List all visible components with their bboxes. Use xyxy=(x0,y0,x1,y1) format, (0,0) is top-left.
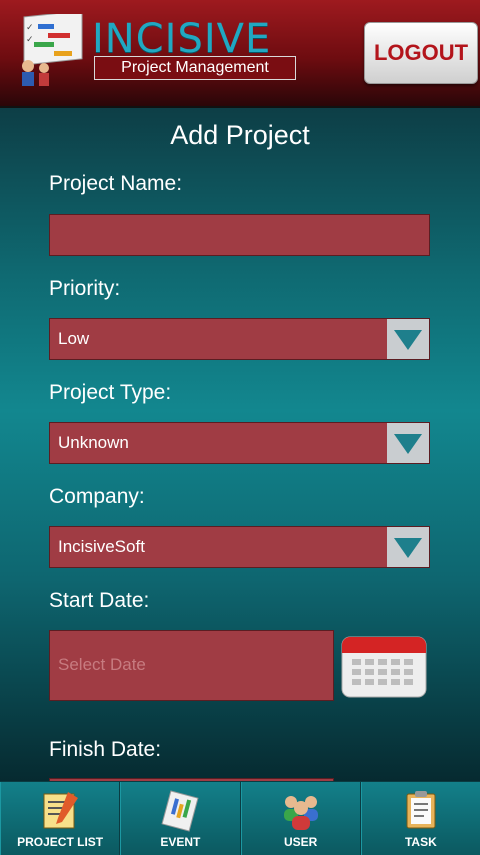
priority-dropdown-button[interactable] xyxy=(387,319,429,359)
task-icon xyxy=(406,791,436,829)
triangle-down-icon xyxy=(394,330,422,350)
nav-task[interactable]: TASK xyxy=(360,782,480,855)
start-date-label: Start Date: xyxy=(49,589,150,612)
finish-date-label: Finish Date: xyxy=(49,738,162,761)
company-select[interactable]: IncisiveSoft xyxy=(49,526,430,568)
nav-task-label: TASK xyxy=(404,835,437,849)
nav-user-label: USER xyxy=(283,835,318,849)
project-type-select[interactable]: Unknown xyxy=(49,422,430,464)
start-date-placeholder: Select Date xyxy=(58,655,146,674)
page-title: Add Project xyxy=(170,120,310,150)
project-type-dropdown-button[interactable] xyxy=(387,423,429,463)
svg-text:✓: ✓ xyxy=(26,22,34,32)
priority-selected-value: Low xyxy=(58,329,90,348)
project-type-label: Project Type: xyxy=(49,381,172,404)
project-list-icon xyxy=(43,792,79,829)
user-icon xyxy=(283,796,318,830)
company-selected-value: IncisiveSoft xyxy=(58,537,145,556)
logout-button[interactable]: LOGOUT xyxy=(364,22,478,84)
project-name-input[interactable] xyxy=(49,214,430,256)
nav-user[interactable]: USER xyxy=(240,782,361,855)
project-name-label: Project Name: xyxy=(49,172,183,195)
bottom-nav: PROJECT LIST EVENT USER TASK xyxy=(0,781,480,855)
brand-subtitle: Project Management xyxy=(94,56,296,80)
start-date-input[interactable]: Select Date xyxy=(49,630,334,701)
nav-event[interactable]: EVENT xyxy=(120,782,241,855)
app-header: ✓ ✓ INCISIVE Project Management LOGOUT xyxy=(0,0,480,108)
triangle-down-icon xyxy=(394,538,422,558)
add-project-form: Add Project Project Name: Priority: Low … xyxy=(0,108,480,781)
priority-select[interactable]: Low xyxy=(49,318,430,360)
project-type-selected-value: Unknown xyxy=(58,433,129,452)
triangle-down-icon xyxy=(394,434,422,454)
company-label: Company: xyxy=(49,485,145,508)
company-dropdown-button[interactable] xyxy=(387,527,429,567)
nav-project-list-label: PROJECT LIST xyxy=(17,835,104,849)
nav-event-label: EVENT xyxy=(160,835,201,849)
event-icon xyxy=(161,790,199,832)
calendar-icon[interactable] xyxy=(340,631,428,699)
priority-label: Priority: xyxy=(49,277,121,300)
svg-text:✓: ✓ xyxy=(26,34,34,44)
gantt-logo-icon: ✓ ✓ xyxy=(22,14,83,86)
nav-project-list[interactable]: PROJECT LIST xyxy=(0,782,121,855)
